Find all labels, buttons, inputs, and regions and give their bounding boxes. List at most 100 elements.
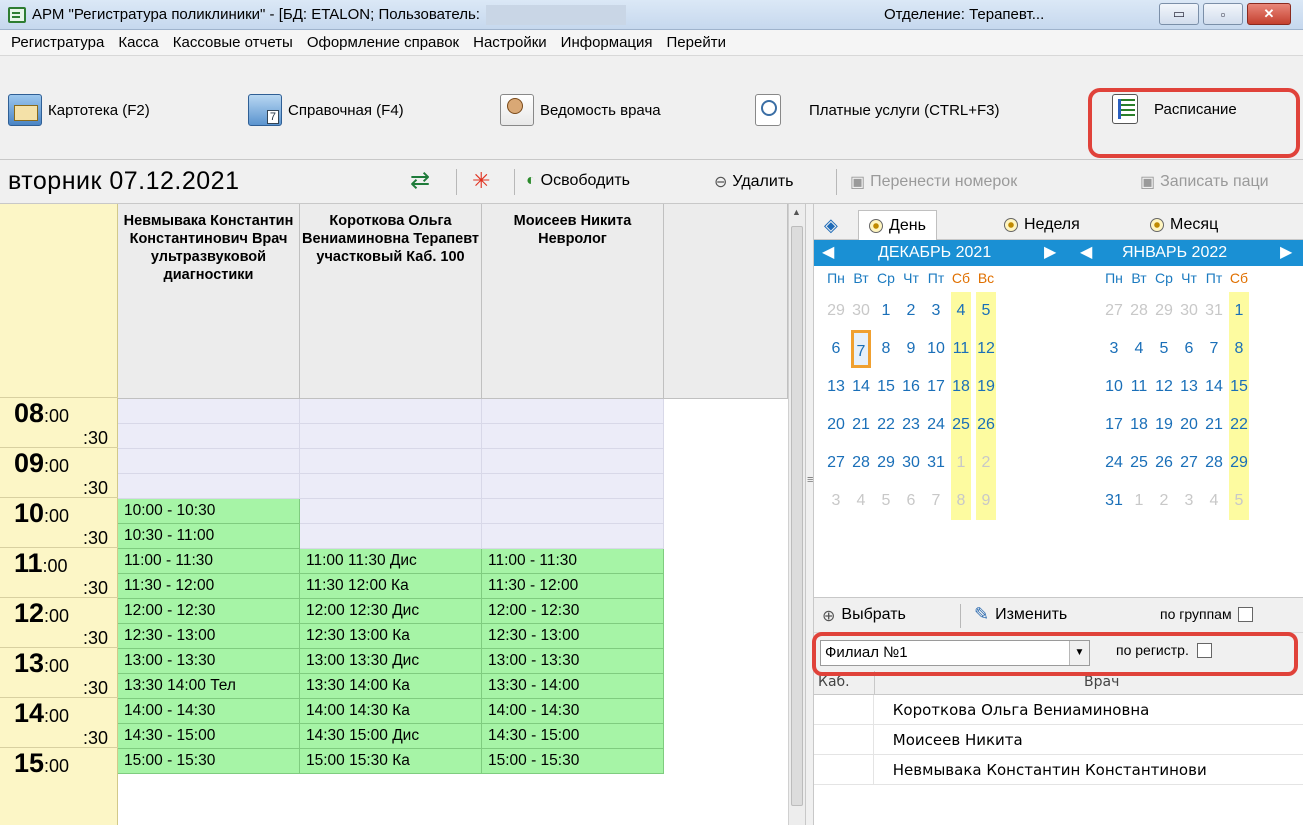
doctor-list-row[interactable]: Короткова Ольга Вениаминовна: [814, 695, 1303, 725]
calendar-day[interactable]: 2: [901, 292, 921, 330]
appointment-slot[interactable]: 12:30 13:00 Ка: [300, 624, 482, 649]
col-vrach-header[interactable]: Врач: [1084, 674, 1119, 690]
calendar-refresh-icon[interactable]: ◈: [818, 210, 844, 240]
empty-slot[interactable]: [482, 524, 664, 549]
calendar-day[interactable]: 22: [1229, 406, 1249, 444]
calendar-day[interactable]: 8: [1229, 330, 1249, 368]
tab-day[interactable]: День: [858, 210, 937, 240]
calendar-day[interactable]: 8: [876, 330, 896, 368]
perenesti-button[interactable]: ▣ Перенести номерок: [850, 172, 1017, 192]
calendar-day[interactable]: 10: [1104, 368, 1124, 406]
scroll-up-icon[interactable]: ▲: [792, 207, 801, 217]
vybrat-button[interactable]: ⊕ Выбрать: [822, 606, 906, 626]
minimize-button[interactable]: ▭: [1159, 3, 1199, 25]
empty-slot[interactable]: [482, 424, 664, 449]
calendar-day[interactable]: 3: [926, 292, 946, 330]
appointment-slot[interactable]: 14:30 - 15:00: [118, 724, 300, 749]
appointment-slot[interactable]: 13:00 13:30 Дис: [300, 649, 482, 674]
calendar-day[interactable]: 3: [826, 482, 846, 520]
calendar-day[interactable]: 18: [1129, 406, 1149, 444]
appointment-slot[interactable]: 13:30 14:00 Ка: [300, 674, 482, 699]
empty-slot[interactable]: [118, 474, 300, 499]
calendar-day[interactable]: 27: [826, 444, 846, 482]
panel-splitter[interactable]: ≡: [805, 204, 814, 825]
calendar-day[interactable]: 7: [926, 482, 946, 520]
calendar-day[interactable]: 3: [1179, 482, 1199, 520]
appointment-slot[interactable]: 10:30 - 11:00: [118, 524, 300, 549]
calendar-day[interactable]: 16: [901, 368, 921, 406]
appointment-slot[interactable]: 15:00 - 15:30: [118, 749, 300, 774]
calendar-day[interactable]: 19: [1154, 406, 1174, 444]
calendar-day[interactable]: 27: [1179, 444, 1199, 482]
star-icon[interactable]: ✳: [472, 168, 490, 194]
col-kab-header[interactable]: Каб.: [818, 674, 850, 690]
calendar-day[interactable]: 23: [901, 406, 921, 444]
po-gruppam-checkbox[interactable]: по группам: [1160, 606, 1253, 622]
menu-kassovye-otchety[interactable]: Кассовые отчеты: [166, 34, 300, 51]
appointment-slot[interactable]: 12:30 - 13:00: [482, 624, 664, 649]
calendar-day[interactable]: 30: [901, 444, 921, 482]
calendar-day[interactable]: 28: [1129, 292, 1149, 330]
calendar-day[interactable]: 29: [876, 444, 896, 482]
next-month-icon[interactable]: ▶: [1280, 240, 1292, 266]
calendar-day[interactable]: 20: [1179, 406, 1199, 444]
calendar-day[interactable]: 31: [1204, 292, 1224, 330]
empty-slot[interactable]: [482, 499, 664, 524]
calendar-day[interactable]: 8: [951, 482, 971, 520]
calendar-day[interactable]: 9: [976, 482, 996, 520]
calendar-day[interactable]: 1: [1129, 482, 1149, 520]
vedomost-vracha-button[interactable]: Ведомость врача: [500, 94, 661, 126]
calendar-day[interactable]: 19: [976, 368, 996, 406]
calendar-day[interactable]: 5: [976, 292, 996, 330]
calendar-day[interactable]: 5: [1229, 482, 1249, 520]
calendar-day[interactable]: 4: [1129, 330, 1149, 368]
empty-slot[interactable]: [300, 499, 482, 524]
calendar-day[interactable]: 31: [1104, 482, 1124, 520]
calendar-day[interactable]: 17: [926, 368, 946, 406]
calendar-day[interactable]: 21: [1204, 406, 1224, 444]
appointment-slot[interactable]: 14:00 14:30 Ка: [300, 699, 482, 724]
doctor-list-row[interactable]: Невмывака Константин Константинови: [814, 755, 1303, 785]
empty-slot[interactable]: [482, 474, 664, 499]
calendar-day[interactable]: 22: [876, 406, 896, 444]
appointment-slot[interactable]: 13:00 - 13:30: [482, 649, 664, 674]
calendar-day[interactable]: 30: [851, 292, 871, 330]
calendar-day[interactable]: 26: [1154, 444, 1174, 482]
empty-slot[interactable]: [118, 424, 300, 449]
calendar-day[interactable]: 5: [1154, 330, 1174, 368]
doctor-header-3[interactable]: Моисеев Никита Невролог: [482, 204, 664, 399]
calendar-day[interactable]: 1: [876, 292, 896, 330]
calendar-day[interactable]: 25: [951, 406, 971, 444]
calendar-day[interactable]: 3: [1104, 330, 1124, 368]
doctor-header-2[interactable]: Короткова Ольга Вениаминовна Терапевт уч…: [300, 204, 482, 399]
calendar-day[interactable]: 2: [976, 444, 996, 482]
next-month-icon[interactable]: ▶: [1044, 240, 1056, 266]
empty-slot[interactable]: [118, 399, 300, 424]
empty-slot[interactable]: [482, 399, 664, 424]
menu-kassa[interactable]: Касса: [111, 34, 165, 51]
schedule-scrollbar[interactable]: ▲: [788, 204, 805, 825]
tab-week[interactable]: Неделя: [994, 210, 1090, 240]
calendar-day[interactable]: 29: [1229, 444, 1249, 482]
doctor-header-1[interactable]: Невмывака Константин Константинович Врач…: [118, 204, 300, 399]
calendar-day[interactable]: 7: [851, 330, 871, 368]
empty-slot[interactable]: [300, 449, 482, 474]
calendar-day[interactable]: 12: [1154, 368, 1174, 406]
appointment-slot[interactable]: 11:30 - 12:00: [482, 574, 664, 599]
menu-nastroiki[interactable]: Настройки: [466, 34, 554, 51]
appointment-slot[interactable]: 11:00 - 11:30: [118, 549, 300, 574]
empty-slot[interactable]: [300, 474, 482, 499]
platnye-uslugi-button[interactable]: Платные услуги (CTRL+F3): [755, 94, 1000, 126]
appointment-slot[interactable]: 12:30 - 13:00: [118, 624, 300, 649]
maximize-button[interactable]: ▫: [1203, 3, 1243, 25]
close-button[interactable]: ✕: [1247, 3, 1291, 25]
calendar-day[interactable]: 4: [951, 292, 971, 330]
doctor-list-row[interactable]: Моисеев Никита: [814, 725, 1303, 755]
prev-month-icon[interactable]: ◀: [1080, 240, 1092, 266]
calendar-day[interactable]: 13: [826, 368, 846, 406]
appointment-slot[interactable]: 10:00 - 10:30: [118, 499, 300, 524]
calendar-day[interactable]: 28: [1204, 444, 1224, 482]
calendar-day[interactable]: 14: [851, 368, 871, 406]
calendar-day[interactable]: 29: [1154, 292, 1174, 330]
menu-registratura[interactable]: Регистратура: [4, 34, 111, 51]
